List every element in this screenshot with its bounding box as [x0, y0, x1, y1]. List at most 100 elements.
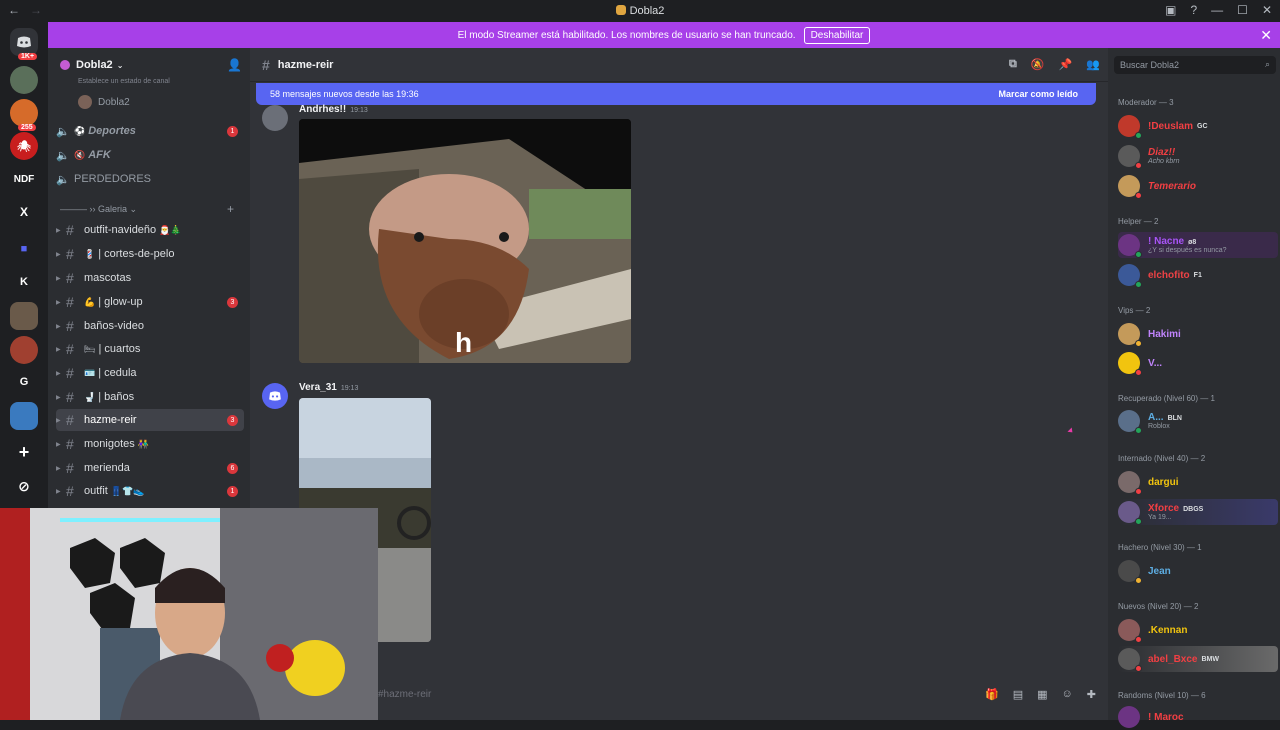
gif-icon[interactable]: ▤ [1013, 688, 1023, 701]
maximize-icon[interactable]: ☐ [1237, 3, 1248, 17]
status-dot [1135, 251, 1142, 258]
threads-icon[interactable]: ⧉ [1009, 58, 1017, 71]
add-channel-icon[interactable]: + [227, 202, 234, 216]
server-icon-5[interactable] [10, 402, 38, 430]
caret-icon: ▶ [56, 394, 61, 401]
member-item[interactable]: V... [1118, 350, 1278, 376]
server-ndf[interactable]: NDF [10, 165, 38, 193]
member-item[interactable]: abel_Bxce BMW [1118, 646, 1278, 672]
channel-monigotes[interactable]: ▶ # monigotes 👫 [56, 433, 244, 455]
author-name[interactable]: Vera_31 [299, 382, 337, 393]
category-label: ——— ›› Galeria [60, 204, 128, 214]
member-item[interactable]: dargui [1118, 469, 1278, 495]
member-name-block: Diaz!! Acho kbrn [1148, 147, 1180, 165]
channel-status-hint[interactable]: Establece un estado de canal [78, 78, 170, 85]
member-item[interactable]: ! Maroc [1118, 704, 1278, 730]
voice-channel-afk[interactable]: 🔈 🔇 AFK [56, 144, 244, 166]
notifications-muted-icon[interactable]: 🔕 [1031, 58, 1045, 71]
author-name[interactable]: Andrhes!! [299, 104, 346, 115]
member-item[interactable]: !Deuslam GC [1118, 113, 1278, 139]
member-item[interactable]: Xforce DBGS Ya 19... [1118, 499, 1278, 525]
member-item[interactable]: elchofito F1 [1118, 262, 1278, 288]
caret-icon: ▶ [56, 275, 61, 282]
channel-glow-up[interactable]: ▶ # 💪 | glow-up 3 [56, 291, 244, 313]
channel-banos[interactable]: ▶ # 🚽 | baños [56, 386, 244, 408]
category-galeria[interactable]: ——— ›› Galeria ⌄ + [60, 202, 240, 216]
server-icon-3[interactable] [10, 302, 38, 330]
server-header[interactable]: Dobla2 ⌄ 👤 [48, 48, 250, 82]
help-icon[interactable]: ? [1190, 3, 1197, 17]
member-item[interactable]: Hakimi [1118, 321, 1278, 347]
member-item[interactable]: .Kennan [1118, 617, 1278, 643]
new-messages-bar[interactable]: 58 mensajes nuevos desde las 19:36 Marca… [256, 83, 1096, 105]
gift-icon[interactable]: 🎁 [985, 688, 999, 701]
member-item[interactable]: Temerario [1118, 173, 1278, 199]
member-name: Temerario [1148, 180, 1196, 192]
member-item[interactable]: Jean [1118, 558, 1278, 584]
disable-streamer-button[interactable]: Deshabilitar [803, 26, 871, 44]
avatar [1118, 501, 1142, 525]
voice-user[interactable]: Dobla2 [78, 95, 130, 109]
mark-as-read-button[interactable]: Marcar como leído [998, 89, 1078, 99]
close-icon[interactable]: ✕ [1262, 3, 1272, 17]
channel-merienda[interactable]: ▶ # merienda 6 [56, 457, 244, 479]
banner-close-icon[interactable]: ✕ [1260, 27, 1272, 44]
banner-text: El modo Streamer está habilitado. Los no… [457, 29, 796, 41]
voice-channel-deportes[interactable]: 🔈 ⚽ Deportes 1 [56, 120, 244, 142]
caret-icon: ▶ [56, 465, 61, 472]
speaker-icon: 🔈 [56, 125, 70, 138]
caret-icon: ▶ [56, 346, 61, 353]
figures-icon: 👫 [137, 438, 149, 449]
message-author[interactable]: Vera_31 19:13 [299, 382, 358, 393]
voice-channel-perdedores[interactable]: 🔈 PERDEDORES [56, 168, 244, 190]
channel-mascotas[interactable]: ▶ # mascotas [56, 267, 244, 289]
channel-cortes-de-pelo[interactable]: ▶ # 💈 | cortes-de-pelo [56, 243, 244, 265]
input-toolbar: 🎁 ▤ ▦ ☺ ✚ [985, 688, 1096, 701]
folder-icon[interactable]: ■ [10, 235, 38, 263]
channel-label: Deportes [88, 125, 136, 137]
hash-icon: # [66, 318, 74, 334]
explore-icon[interactable]: ⊘ [10, 472, 38, 500]
avatar[interactable] [262, 383, 288, 409]
channel-hazme-reir[interactable]: ▶ # hazme-reir 3 [56, 409, 244, 431]
server-g[interactable]: G [10, 368, 38, 396]
channel-outfit[interactable]: ▶ # outfit 👖👕👟 1 [56, 480, 244, 502]
channel-label: monigotes [84, 438, 135, 450]
channel-cuartos[interactable]: ▶ # 🛏 | cuartos [56, 338, 244, 360]
server-icon-4[interactable] [10, 336, 38, 364]
server-icon-2[interactable]: 255 [10, 99, 38, 131]
members-icon[interactable]: 👥 [1086, 58, 1100, 71]
apps-icon[interactable]: ✚ [1087, 688, 1096, 701]
member-item[interactable]: A... BLN Roblox [1118, 408, 1278, 434]
message-author[interactable]: Andrhes!! 19:13 [299, 104, 368, 115]
invite-icon[interactable]: 👤 [227, 58, 242, 72]
mouse-cursor [1067, 427, 1075, 435]
channel-outfit-navideno[interactable]: ▶ # outfit-navideño 🎅🎄 [56, 219, 244, 241]
avatar [1118, 560, 1142, 584]
pin-icon[interactable]: 📌 [1059, 58, 1073, 71]
member-item[interactable]: Diaz!! Acho kbrn [1118, 143, 1278, 169]
caret-icon: ▶ [56, 417, 61, 424]
channel-label: PERDEDORES [74, 173, 152, 185]
channel-label: | cedula [98, 367, 137, 379]
message-input[interactable]: #hazme-reir [378, 689, 431, 700]
sticker-icon[interactable]: ▦ [1037, 688, 1047, 701]
emoji-icon[interactable]: ☺ [1062, 688, 1073, 701]
caret-icon: ▶ [56, 227, 61, 234]
channel-banos-video[interactable]: ▶ # baños-video [56, 315, 244, 337]
image-attachment[interactable]: h [299, 119, 631, 363]
add-server-icon[interactable]: + [10, 438, 38, 466]
server-icon-spiderman[interactable]: 🕷 [10, 132, 38, 160]
avatar[interactable] [262, 105, 288, 131]
search-input[interactable]: Buscar Dobla2 ⌕ [1114, 56, 1276, 74]
channel-cedula[interactable]: ▶ # 🪪 | cedula [56, 362, 244, 384]
server-icon-1[interactable] [10, 66, 38, 94]
minimize-icon[interactable]: — [1211, 3, 1223, 17]
home-button[interactable]: 1K+ [10, 28, 38, 60]
member-item[interactable]: ! Nacne ø8 ¿Y si después es nunca? [1118, 232, 1278, 258]
inbox-icon[interactable]: ▣ [1165, 3, 1176, 17]
member-tag: DBGS [1183, 506, 1204, 513]
window-title: Dobla2 [0, 5, 1280, 17]
server-k[interactable]: K [10, 268, 38, 296]
server-x[interactable]: X [10, 198, 38, 226]
